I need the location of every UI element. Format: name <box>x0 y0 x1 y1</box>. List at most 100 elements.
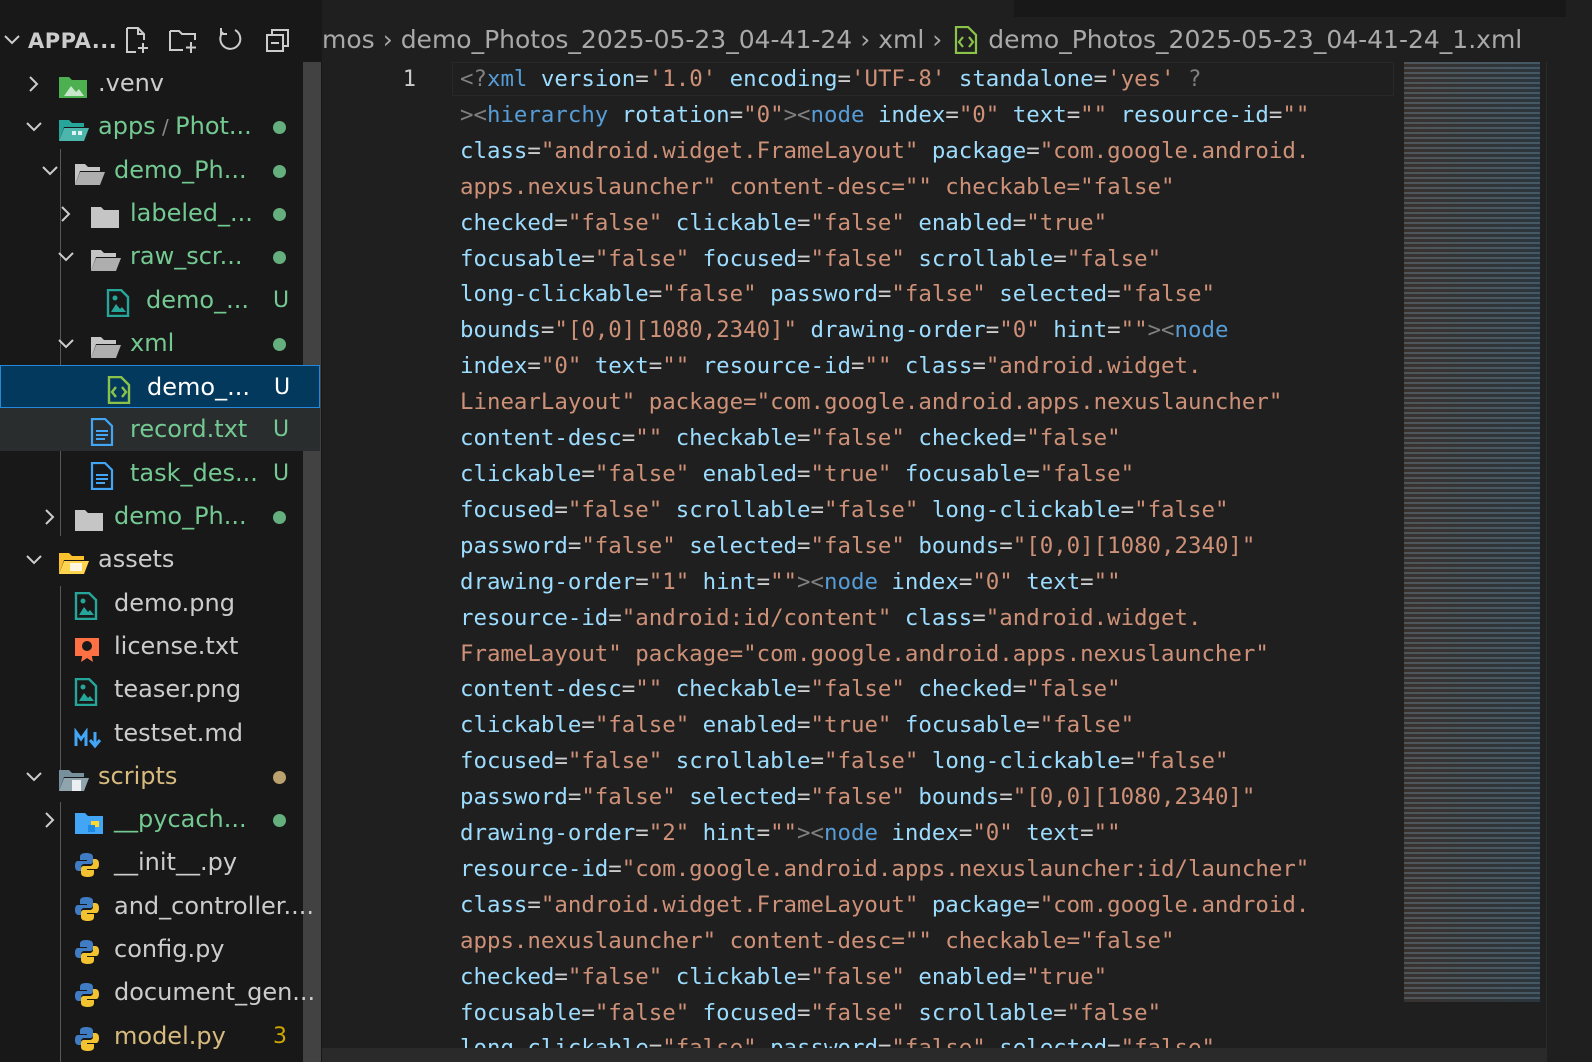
code-line: checked="false" clickable="false" enable… <box>460 209 1108 236</box>
chevron-right-icon[interactable] <box>56 204 76 224</box>
minimap-slider[interactable] <box>1404 62 1540 1002</box>
code-line: apps.nexuslauncher" content-desc="" chec… <box>460 927 1175 954</box>
git-status-dot <box>273 121 286 135</box>
chevron-right-icon: › <box>382 25 393 54</box>
chevron-right-icon[interactable] <box>40 507 60 527</box>
tree-folder[interactable]: assets <box>0 538 320 581</box>
tree-folder[interactable]: raw_scr... <box>0 235 320 278</box>
tree-file[interactable]: task_des... U <box>0 452 320 495</box>
tree-file[interactable]: config.py <box>0 928 320 971</box>
tree-item-label: demo_... <box>147 373 250 402</box>
code-line: checked="false" clickable="false" enable… <box>460 963 1108 990</box>
tree-folder[interactable]: .venv <box>0 62 320 105</box>
git-status-dot <box>273 337 286 351</box>
code-editor[interactable]: <?xml version='1.0' encoding='UTF-8' sta… <box>460 62 1395 1050</box>
problems-count-badge: 3 <box>273 1023 287 1049</box>
tree-file[interactable]: model.py 3 <box>0 1015 320 1058</box>
tree-folder[interactable]: xml <box>0 322 320 365</box>
code-line: long-clickable="false" password="false" … <box>460 281 1215 308</box>
code-line: focused="false" scrollable="false" long-… <box>460 748 1229 775</box>
tree-folder[interactable]: demo_Ph... <box>0 149 320 192</box>
tree-item-label: assets <box>98 545 175 574</box>
tree-item-label: teaser.png <box>114 675 242 704</box>
tree-file[interactable]: license.txt <box>0 625 320 668</box>
xml-file-icon <box>955 26 978 54</box>
git-status-dot <box>273 251 286 265</box>
git-untracked-badge: U <box>273 287 290 313</box>
code-line: resource-id="com.google.android.apps.nex… <box>460 855 1310 882</box>
code-line: LinearLayout" package="com.google.androi… <box>460 389 1283 416</box>
tree-file[interactable]: demo.png <box>0 582 320 625</box>
tree-file[interactable]: document_gen... <box>0 971 320 1014</box>
tree-item-label: demo_Ph... <box>114 502 247 530</box>
git-untracked-badge: U <box>274 375 291 401</box>
new-folder-icon <box>169 30 196 53</box>
editor-gutter: 1 <box>322 62 452 1062</box>
chevron-down-icon[interactable] <box>2 30 22 50</box>
code-line: class="android.widget.FrameLayout" packa… <box>460 137 1310 164</box>
tree-item-label: demo.png <box>114 588 235 617</box>
tree-folder[interactable]: apps / Phot... <box>0 105 320 148</box>
tree-item-label: demo_Ph... <box>114 155 247 184</box>
tree-file[interactable]: teaser.png <box>0 668 320 711</box>
chevron-right-icon[interactable] <box>24 74 44 94</box>
breadcrumb-segment[interactable]: mos <box>322 17 375 63</box>
tab-strip <box>1014 0 1566 17</box>
tree-item-label-part: Phot... <box>175 112 252 141</box>
tree-item-label: license.txt <box>114 631 239 660</box>
tree-file[interactable]: testset.md <box>0 712 320 755</box>
tree-item-label: apps / Phot... <box>98 105 252 149</box>
tree-file[interactable]: __init__.py <box>0 841 320 884</box>
tree-item-label: xml <box>130 328 175 357</box>
tree-file[interactable]: and_controller.... <box>0 885 320 928</box>
tree-file[interactable]: demo_... U <box>0 365 320 409</box>
tree-folder[interactable]: scripts <box>0 755 320 798</box>
git-status-dot <box>273 770 286 784</box>
git-status-dot <box>273 511 286 524</box>
chevron-down-icon[interactable] <box>56 334 76 354</box>
breadcrumb-segment[interactable]: xml <box>878 17 924 63</box>
code-line: content-desc="" checkable="false" checke… <box>460 676 1121 703</box>
editor-vertical-scrollbar[interactable] <box>1546 62 1567 1062</box>
explorer-title[interactable]: APPA... <box>28 29 117 53</box>
tree-item-label: .venv <box>98 69 165 97</box>
tree-folder[interactable]: __pycach... <box>0 798 320 841</box>
python-file-icon <box>74 1024 100 1062</box>
tree-item-label: scripts <box>98 761 178 790</box>
tree-file[interactable]: record.txt U <box>0 408 320 452</box>
new-file-button[interactable] <box>118 22 152 56</box>
code-line: bounds="[0,0][1080,2340]" drawing-order=… <box>460 317 1229 344</box>
chevron-down-icon[interactable] <box>24 117 44 137</box>
new-folder-button[interactable] <box>164 22 198 56</box>
git-status-dot <box>273 207 286 221</box>
chevron-down-icon[interactable] <box>24 767 44 787</box>
git-status-dot <box>273 814 286 828</box>
breadcrumb-segment[interactable]: demo_Photos_2025-05-23_04-41-24 <box>401 17 853 63</box>
code-line: drawing-order="1" hint=""><node index="0… <box>460 568 1121 595</box>
refresh-button[interactable] <box>212 22 246 56</box>
chevron-down-icon[interactable] <box>56 247 76 267</box>
tree-folder[interactable]: labeled_... <box>0 192 320 235</box>
code-line: apps.nexuslauncher" content-desc="" chec… <box>460 173 1175 200</box>
editor-horizontal-scrollbar[interactable] <box>322 1048 1546 1062</box>
code-line: focused="false" scrollable="false" long-… <box>460 496 1229 523</box>
chevron-down-icon[interactable] <box>40 161 60 181</box>
code-line: content-desc="" checkable="false" checke… <box>460 425 1121 452</box>
tree-item-label: model.py <box>114 1021 226 1050</box>
path-separator: / <box>155 115 176 140</box>
tree-item-label: config.py <box>114 935 225 963</box>
code-line: password="false" selected="false" bounds… <box>460 784 1256 811</box>
line-number: 1 <box>402 67 416 92</box>
collapse-all-button[interactable] <box>260 22 294 56</box>
tree-file[interactable]: demo_... U <box>0 279 320 322</box>
code-line: focusable="false" focused="false" scroll… <box>460 999 1162 1026</box>
chevron-right-icon[interactable] <box>40 810 60 830</box>
breadcrumb-file[interactable]: demo_Photos_2025-05-23_04-41-24_1.xml <box>988 17 1522 63</box>
tree-item-label: __init__.py <box>114 848 238 877</box>
new-file-icon <box>126 27 148 53</box>
git-untracked-badge: U <box>273 417 290 443</box>
tree-item-label: document_gen... <box>114 978 316 1007</box>
tree-folder[interactable]: demo_Ph... <box>0 495 320 538</box>
chevron-down-icon[interactable] <box>24 550 44 570</box>
code-line: clickable="false" enabled="true" focusab… <box>460 460 1135 487</box>
